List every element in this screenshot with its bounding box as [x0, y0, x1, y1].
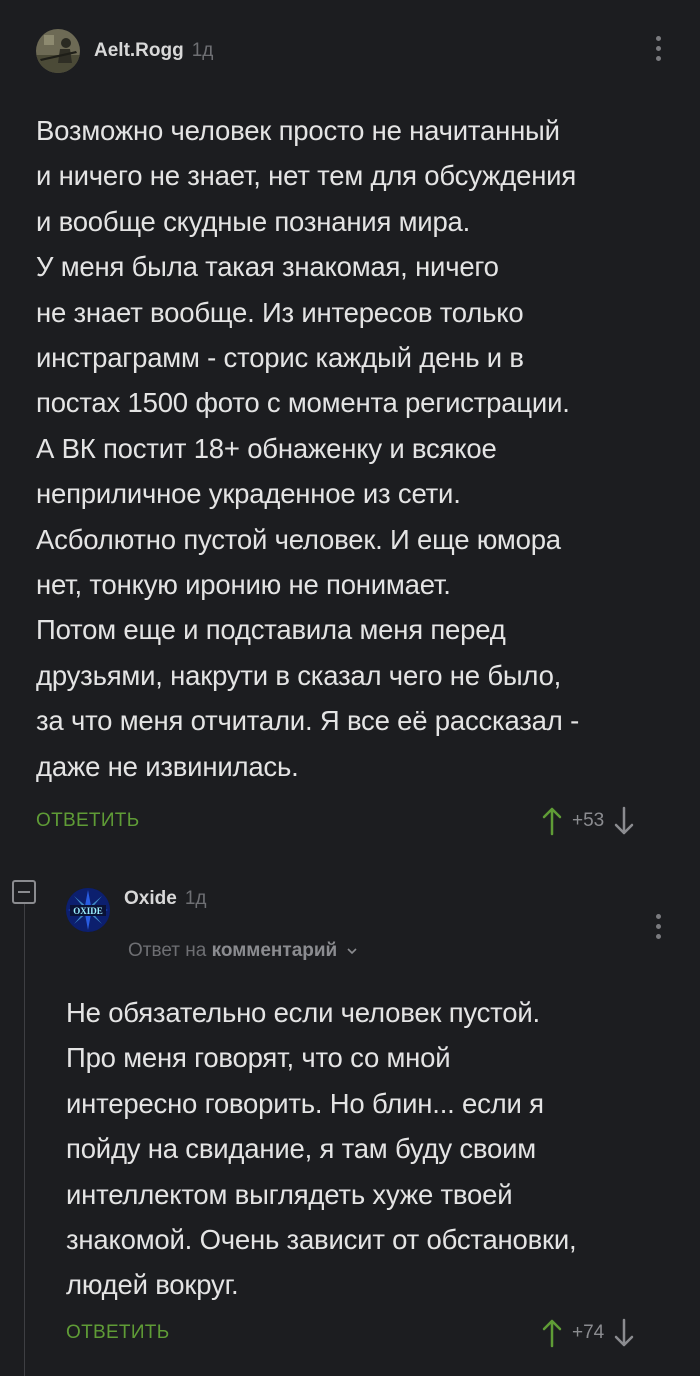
score: +53	[572, 810, 605, 831]
more-options-icon[interactable]	[654, 36, 662, 61]
vote-up-arrow-icon[interactable]	[542, 1318, 562, 1348]
chevron-down-icon	[346, 948, 357, 955]
collapse-thread-button[interactable]	[12, 880, 36, 904]
more-options-icon[interactable]	[654, 914, 662, 939]
author-name[interactable]: Aelt.Rogg	[94, 40, 184, 62]
reply-to-prefix: Ответ на	[128, 940, 207, 961]
thread-line	[24, 904, 25, 1376]
reply-button[interactable]: ОТВЕТИТЬ	[66, 1322, 169, 1344]
oxide-logo-icon: OXIDE	[66, 888, 110, 932]
vote-down-arrow-icon[interactable]	[614, 806, 634, 836]
avatar[interactable]: OXIDE	[66, 888, 110, 932]
avatar[interactable]	[36, 29, 80, 73]
comment-header: Aelt.Rogg 1д	[36, 28, 213, 74]
vote-up-arrow-icon[interactable]	[542, 806, 562, 836]
comment-text: Возможно человек просто не начитанный и …	[36, 115, 580, 782]
author-name[interactable]: Oxide	[124, 888, 177, 910]
vote-controls: +53	[542, 806, 634, 836]
user-avatar-photo-icon	[36, 29, 80, 73]
comment-header: OXIDE Oxide 1д	[66, 888, 206, 932]
vote-controls: +74	[542, 1318, 634, 1348]
reply-button[interactable]: ОТВЕТИТЬ	[36, 810, 139, 832]
comment-text: Не обязательно если человек пустой. Про …	[66, 997, 577, 1301]
reply-to-link[interactable]: Ответ на комментарий	[128, 940, 358, 962]
vote-down-arrow-icon[interactable]	[614, 1318, 634, 1348]
score: +74	[572, 1322, 605, 1343]
avatar-text: OXIDE	[73, 906, 103, 916]
reply-to-target: комментарий	[211, 940, 338, 961]
comment-time: 1д	[191, 40, 214, 61]
comment-time: 1д	[184, 888, 207, 909]
